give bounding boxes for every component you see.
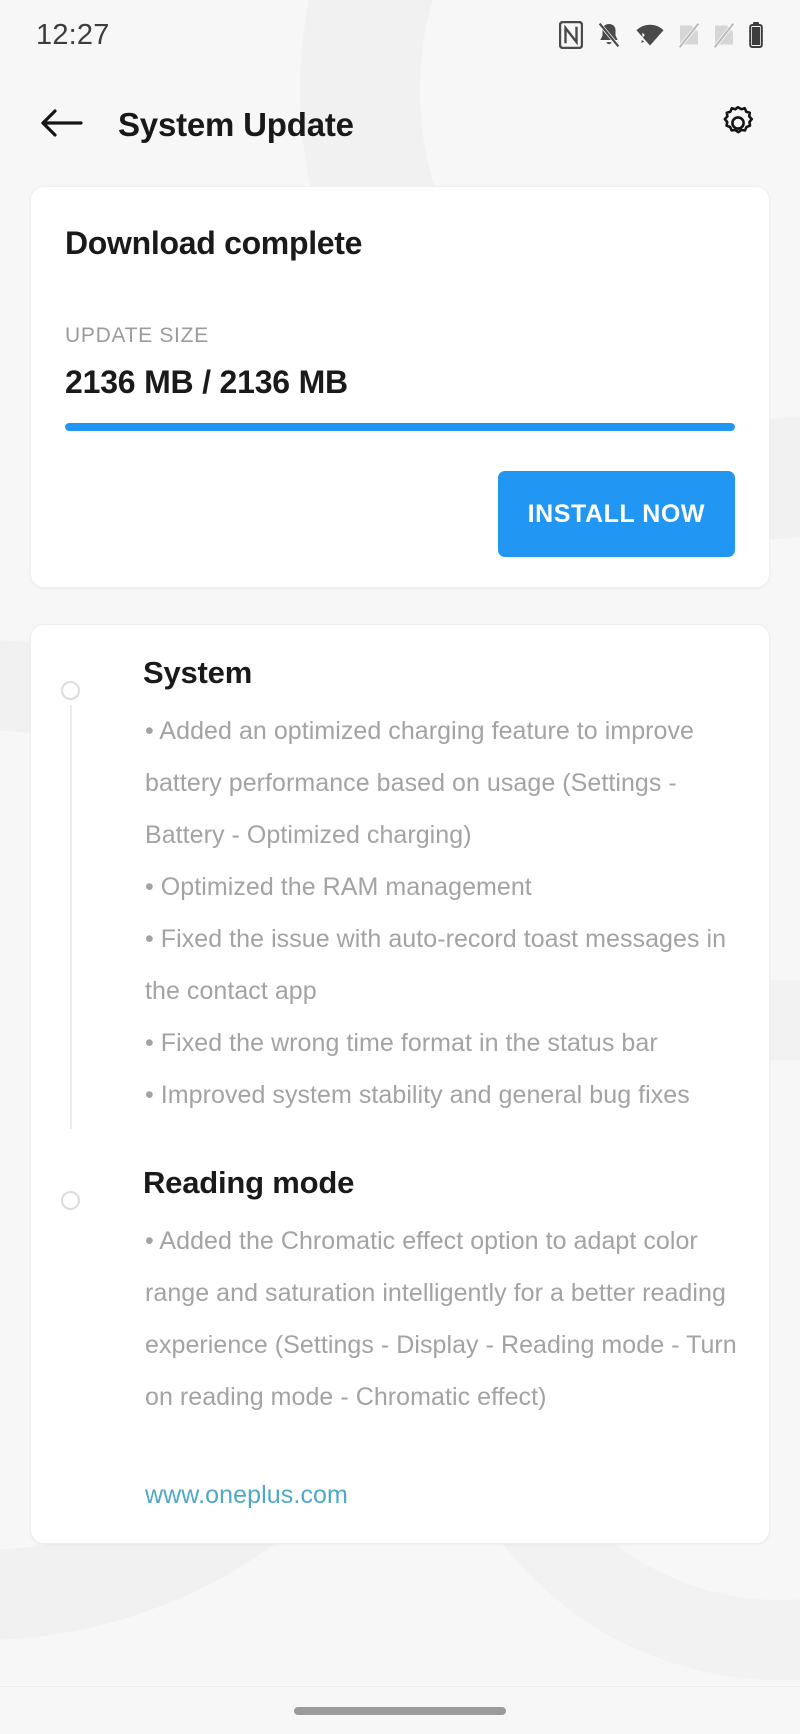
changelog-card: System • Added an optimized charging fea… <box>30 624 770 1544</box>
settings-button[interactable] <box>710 97 766 153</box>
changelog-section-items: • Added the Chromatic effect option to a… <box>143 1205 739 1423</box>
timeline-dot-icon <box>61 1191 80 1210</box>
content-scroll-area[interactable]: Download complete UPDATE SIZE 2136 MB / … <box>0 186 800 1544</box>
changelog-section-items: • Added an optimized charging feature to… <box>143 695 739 1121</box>
changelog-section-heading: Reading mode <box>143 1165 355 1200</box>
changelog-section: Reading mode • Added the Chromatic effec… <box>61 1165 739 1437</box>
download-progress-fill <box>65 423 735 431</box>
update-size-value: 2136 MB / 2136 MB <box>65 364 348 400</box>
oneplus-website-link[interactable]: www.oneplus.com <box>145 1481 739 1510</box>
status-bar: 12:27 <box>0 0 800 70</box>
download-status-title: Download complete <box>65 225 363 261</box>
status-clock: 12:27 <box>36 18 110 51</box>
phone-screen: 12:27 System Update Download complete UP… <box>0 0 800 1734</box>
update-size-label: UPDATE SIZE <box>65 324 209 347</box>
page-title: System Update <box>118 106 354 143</box>
app-bar: System Update <box>0 70 800 180</box>
bell-muted-icon <box>596 21 622 49</box>
changelog-section-heading: System <box>143 655 253 690</box>
changelog-item: • Optimized the RAM management <box>145 873 532 901</box>
navigation-gesture-bar <box>0 1686 800 1734</box>
changelog-section: System • Added an optimized charging fea… <box>61 655 739 1129</box>
sim-none-2-icon <box>713 21 735 49</box>
status-icons <box>559 21 764 49</box>
download-status-card: Download complete UPDATE SIZE 2136 MB / … <box>30 186 770 588</box>
changelog-item: • Added the Chromatic effect option to a… <box>145 1227 737 1411</box>
battery-icon <box>748 21 764 49</box>
back-arrow-icon <box>40 106 84 145</box>
changelog-item: • Improved system stability and general … <box>145 1081 690 1109</box>
changelog-item: • Fixed the issue with auto-record toast… <box>145 925 727 1005</box>
nfc-icon <box>559 21 583 49</box>
changelog-item: • Added an optimized charging feature to… <box>145 717 694 849</box>
install-now-button[interactable]: INSTALL NOW <box>497 471 735 557</box>
back-button[interactable] <box>34 97 90 153</box>
home-indicator[interactable] <box>294 1706 506 1715</box>
timeline-dot-icon <box>61 681 80 700</box>
download-progress-bar <box>65 423 735 431</box>
changelog-timeline: System • Added an optimized charging fea… <box>61 655 739 1510</box>
gear-icon <box>718 103 758 148</box>
sim-none-1-icon <box>678 21 700 49</box>
changelog-item: • Fixed the wrong time format in the sta… <box>145 1029 658 1057</box>
wifi-icon <box>635 21 665 49</box>
timeline-line <box>69 705 72 1129</box>
download-card-actions: INSTALL NOW <box>65 471 735 557</box>
